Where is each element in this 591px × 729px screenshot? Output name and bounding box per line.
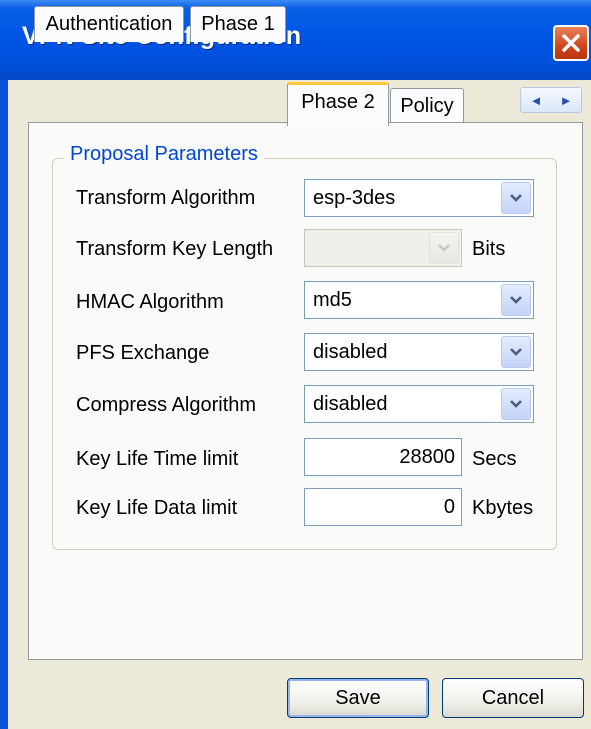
compress-algorithm-select[interactable]: disabled	[304, 385, 534, 423]
tab-authentication-label: Authentication	[45, 13, 173, 35]
key-life-data-value: 0	[443, 496, 455, 518]
cancel-button-label: Cancel	[481, 686, 545, 709]
close-button[interactable]	[553, 25, 589, 61]
key-life-data-unit: Kbytes	[472, 497, 534, 519]
compress-algorithm-label: Compress Algorithm	[76, 394, 257, 416]
pfs-exchange-label: PFS Exchange	[76, 342, 210, 364]
pfs-exchange-dropdown-button[interactable]	[501, 336, 531, 368]
key-life-data-label: Key Life Data limit	[76, 497, 238, 519]
transform-key-length-unit: Bits	[472, 238, 506, 260]
cancel-button[interactable]: Cancel	[442, 678, 584, 718]
tab-phase-2[interactable]: Phase 2	[287, 82, 389, 126]
tab-phase-1[interactable]: Phase 1	[190, 6, 286, 42]
transform-key-length-select	[304, 229, 462, 267]
tab-authentication[interactable]: Authentication	[34, 6, 184, 42]
transform-key-length-label: Transform Key Length	[76, 238, 274, 260]
hmac-algorithm-dropdown-button[interactable]	[501, 284, 531, 316]
pfs-exchange-select[interactable]: disabled	[304, 333, 534, 371]
key-life-time-input[interactable]: 28800	[304, 438, 462, 476]
hmac-algorithm-label: HMAC Algorithm	[76, 291, 224, 313]
proposal-parameters-title: Proposal Parameters	[64, 143, 264, 166]
tab-scroll-arrows[interactable]: ◄ ►	[520, 87, 582, 113]
tab-phase-2-label: Phase 2	[301, 91, 375, 113]
window-frame-left	[0, 80, 8, 729]
key-life-time-value: 28800	[399, 446, 455, 468]
pfs-exchange-value: disabled	[313, 341, 388, 363]
save-button[interactable]: Save	[287, 678, 429, 718]
close-icon	[562, 34, 580, 52]
save-button-label: Save	[335, 686, 381, 709]
key-life-time-unit: Secs	[472, 448, 517, 470]
chevron-down-icon	[510, 348, 522, 356]
chevron-down-icon	[510, 400, 522, 408]
transform-algorithm-dropdown-button[interactable]	[501, 182, 531, 214]
compress-algorithm-value: disabled	[313, 393, 388, 415]
vpn-site-configuration-window: VPN Site Configuration Authentication Ph…	[0, 0, 591, 729]
chevron-left-icon[interactable]: ◄	[530, 93, 543, 108]
chevron-down-icon	[438, 244, 450, 252]
hmac-algorithm-value: md5	[313, 289, 352, 311]
tab-policy-label: Policy	[400, 95, 454, 117]
transform-key-length-dropdown-button	[429, 232, 459, 264]
key-life-data-input[interactable]: 0	[304, 488, 462, 526]
chevron-down-icon	[510, 194, 522, 202]
tab-policy[interactable]: Policy	[390, 88, 464, 124]
chevron-right-icon[interactable]: ►	[560, 93, 573, 108]
chevron-down-icon	[510, 296, 522, 304]
key-life-time-label: Key Life Time limit	[76, 448, 239, 470]
transform-algorithm-value: esp-3des	[313, 187, 396, 209]
tab-phase-1-label: Phase 1	[201, 13, 275, 35]
transform-algorithm-select[interactable]: esp-3des	[304, 179, 534, 217]
compress-algorithm-dropdown-button[interactable]	[501, 388, 531, 420]
transform-algorithm-label: Transform Algorithm	[76, 187, 256, 209]
hmac-algorithm-select[interactable]: md5	[304, 281, 534, 319]
